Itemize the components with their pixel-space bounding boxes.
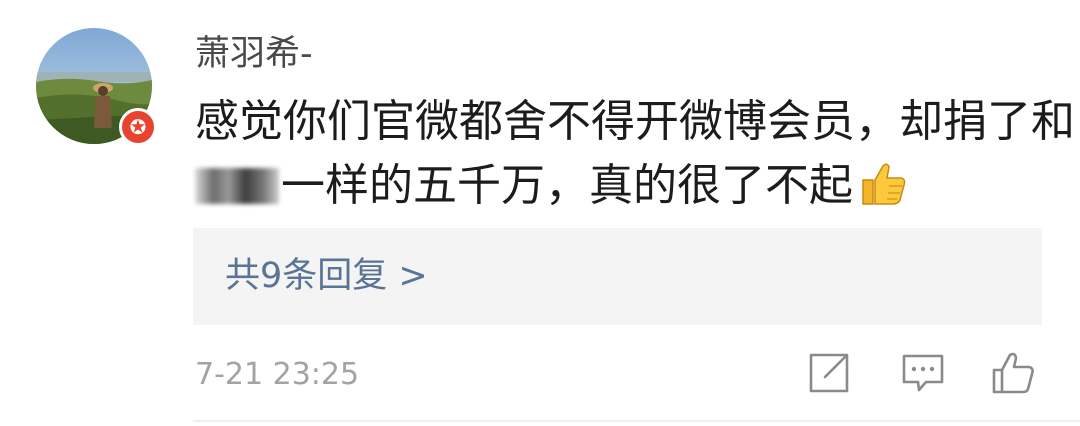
verified-badge-icon: ✪: [119, 108, 157, 146]
username[interactable]: 萧羽希-: [195, 32, 313, 76]
divider: [193, 420, 1080, 422]
share-icon[interactable]: [806, 350, 852, 396]
comment-timestamp: 7-21 23:25: [195, 357, 360, 392]
comment-text: 感觉你们官微都舍不得开微博会员，却捐了和 一样的五千万，真的很了不起: [195, 90, 1075, 218]
view-replies-link[interactable]: 共9条回复 >: [225, 254, 428, 298]
comment-line-1: 感觉你们官微都舍不得开微博会员，却捐了和: [195, 96, 1075, 147]
like-icon[interactable]: [990, 350, 1036, 396]
comment-line-2-text: 一样的五千万，真的很了不起: [281, 160, 853, 211]
replies-box[interactable]: 共9条回复 >: [193, 228, 1042, 325]
redacted-mosaic: [195, 168, 279, 204]
comment-line-2: 一样的五千万，真的很了不起: [195, 154, 1055, 218]
thumbs-up-emoji-icon: [862, 163, 906, 205]
comment-icon[interactable]: [900, 350, 946, 396]
